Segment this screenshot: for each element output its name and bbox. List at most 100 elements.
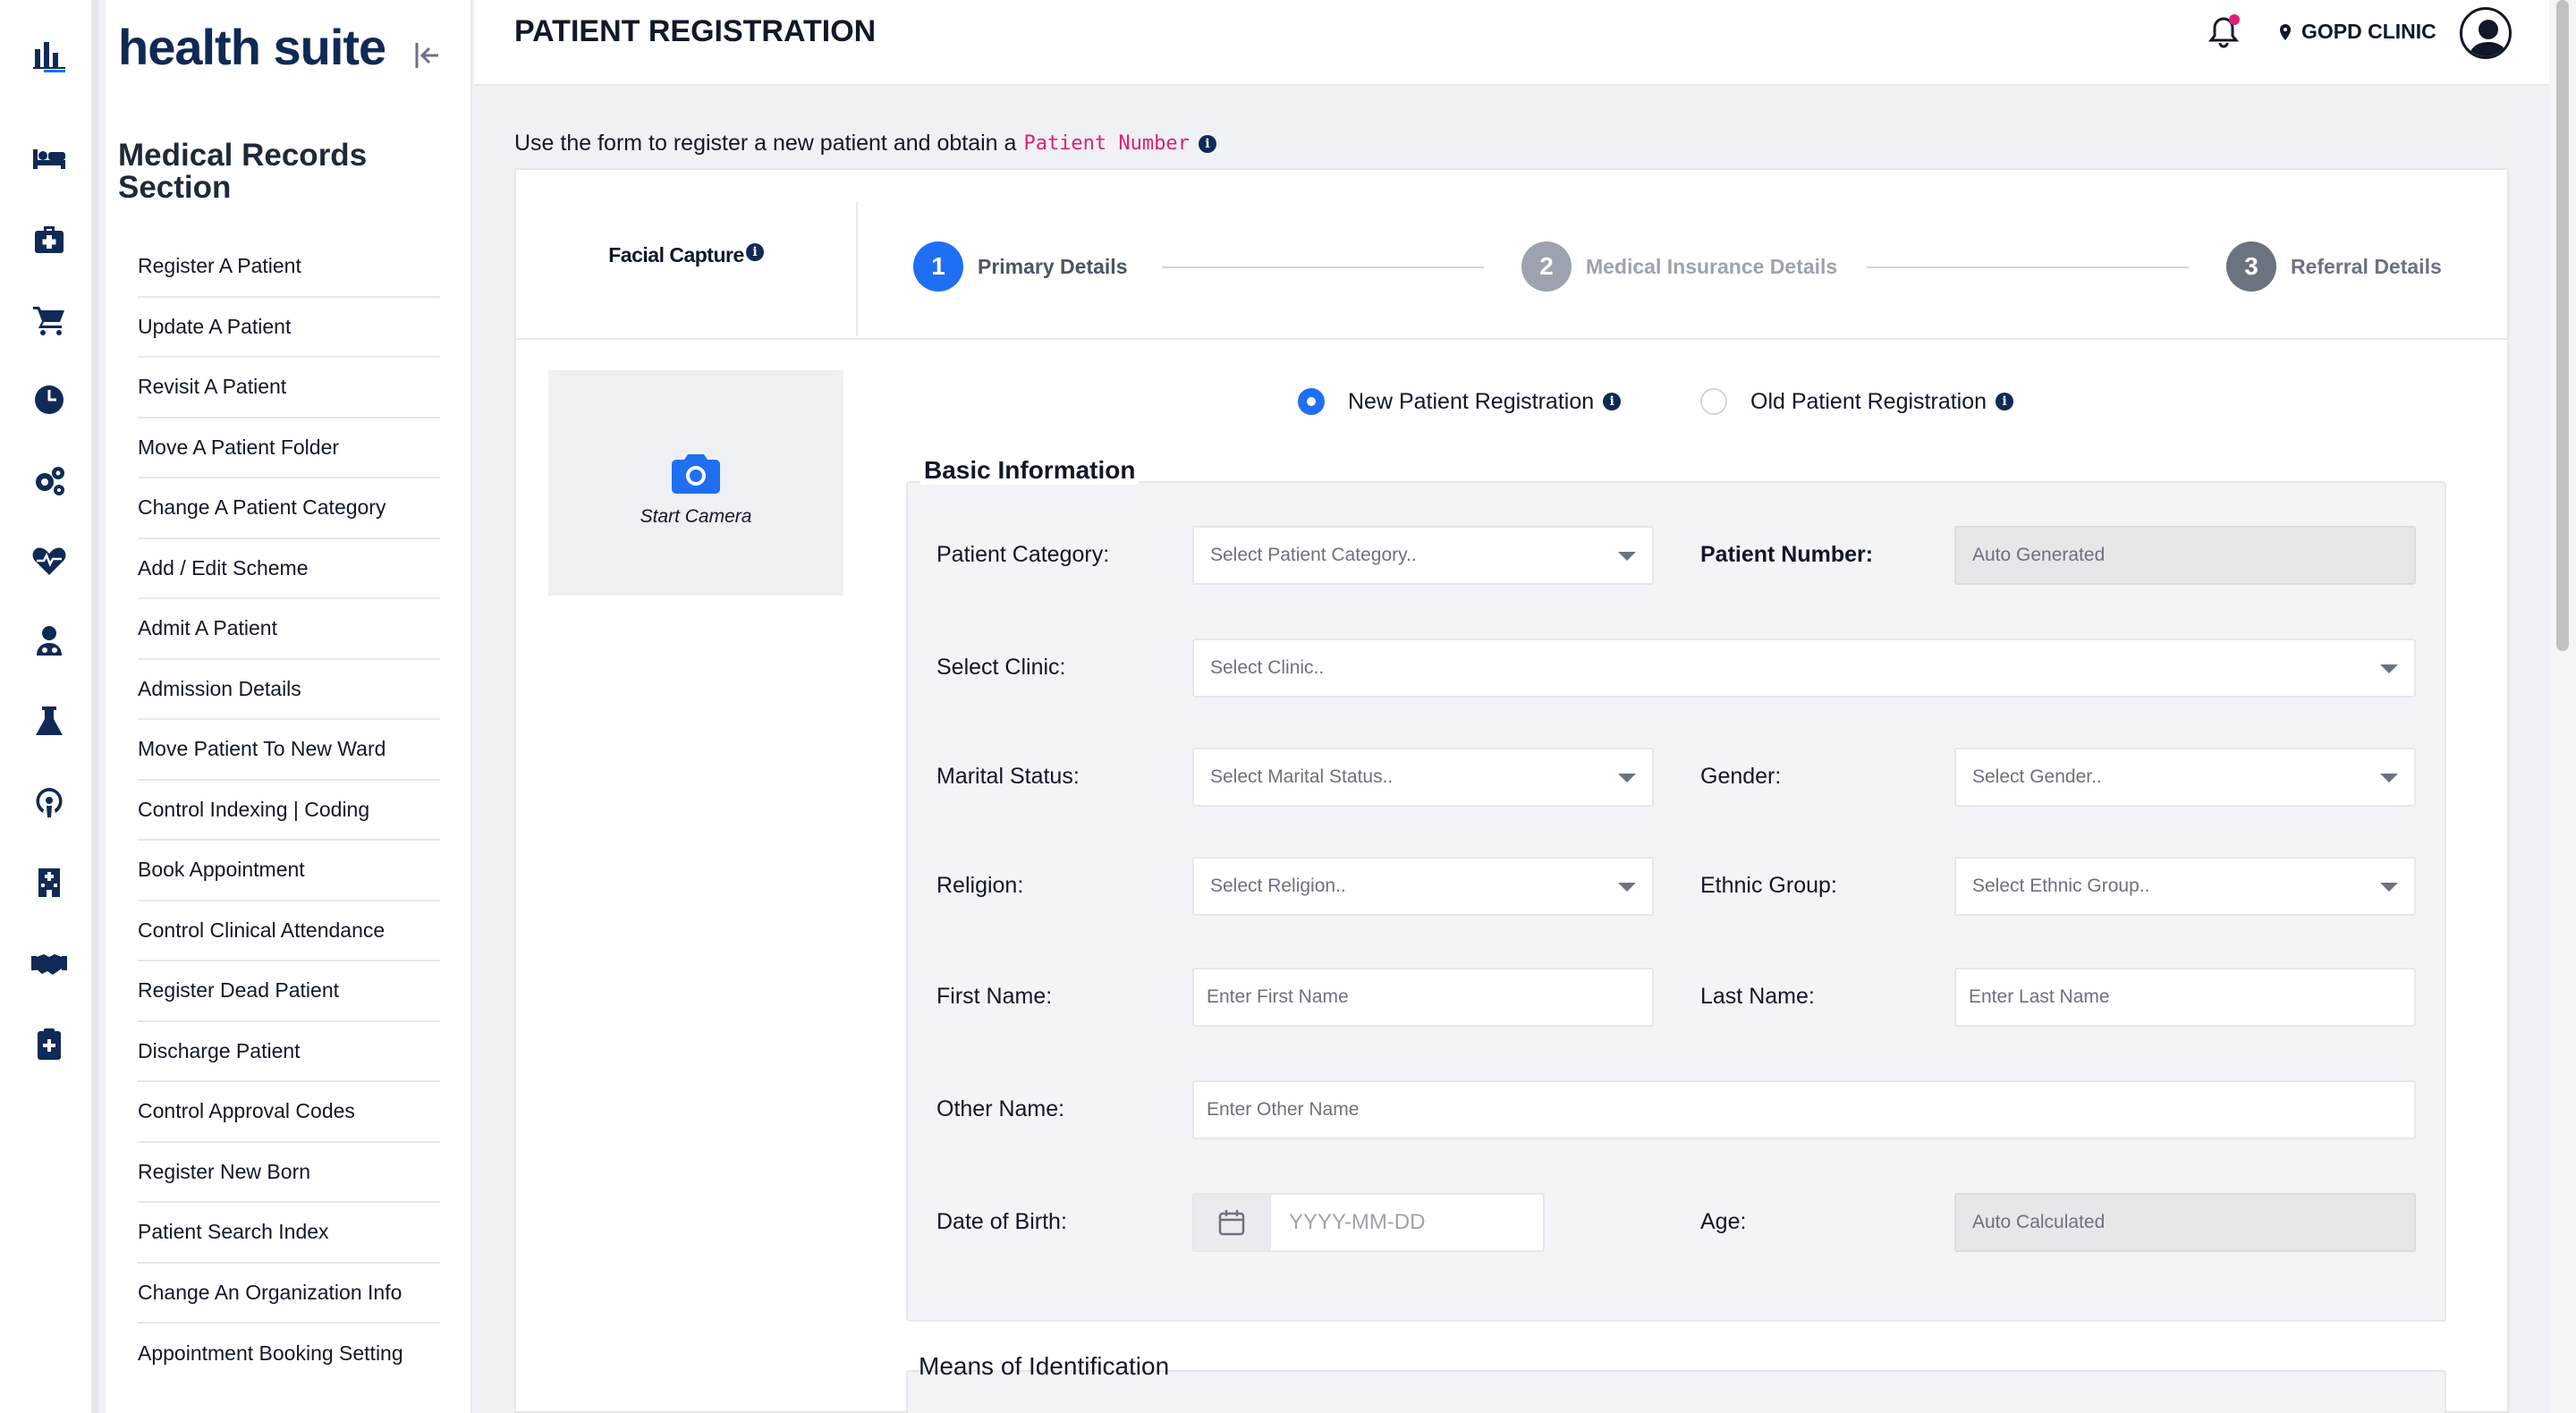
sidebar-item-book-appointment[interactable]: Book Appointment xyxy=(138,841,440,901)
step-primary-details[interactable]: 1 Primary Details xyxy=(913,241,1127,292)
radio-selected[interactable] xyxy=(1298,388,1325,415)
step-number: 1 xyxy=(913,241,963,292)
sidebar-item-change-category[interactable]: Change A Patient Category xyxy=(138,478,440,539)
first-name-label: First Name: xyxy=(936,984,1053,1009)
sidebar-item-admit-patient[interactable]: Admit A Patient xyxy=(138,599,440,660)
clinic-select[interactable]: Select Clinic.. xyxy=(1192,639,2416,698)
religion-select[interactable]: Select Religion.. xyxy=(1192,857,1654,916)
step-number: 2 xyxy=(1521,241,1572,292)
select-placeholder: Select Ethnic Group.. xyxy=(1972,876,2150,896)
page-title: PATIENT REGISTRATION xyxy=(514,14,877,48)
chart-bar-icon[interactable] xyxy=(27,32,72,77)
chevron-down-icon xyxy=(1618,774,1636,783)
intro-text: Use the form to register a new patient a… xyxy=(514,131,1216,157)
notifications-button[interactable] xyxy=(2206,14,2245,54)
collapse-sidebar-button[interactable] xyxy=(410,38,445,73)
old-patient-radio[interactable]: Old Patient Registration i xyxy=(1700,388,2014,415)
last-name-input[interactable]: Enter Last Name xyxy=(1954,968,2416,1027)
card-tabs: Facial Capture i 1 Primary Details 2 Med… xyxy=(516,170,2507,340)
registration-card: Facial Capture i 1 Primary Details 2 Med… xyxy=(514,168,2509,1413)
location-pin-icon xyxy=(2280,23,2291,40)
chevron-down-icon xyxy=(2380,664,2398,673)
patient-category-select[interactable]: Select Patient Category.. xyxy=(1192,526,1654,585)
sidebar-item-edit-scheme[interactable]: Add / Edit Scheme xyxy=(138,539,440,599)
step-referral-details[interactable]: 3 Referral Details xyxy=(2226,241,2442,292)
select-placeholder: Select Marital Status.. xyxy=(1210,766,1394,787)
radio-unselected[interactable] xyxy=(1700,388,1727,415)
collapse-left-icon xyxy=(415,43,438,68)
handshake-icon[interactable] xyxy=(27,941,72,986)
date-of-birth-input[interactable]: YYYY-MM-DD xyxy=(1271,1195,1425,1250)
flask-icon[interactable] xyxy=(27,699,72,744)
sidebar-item-register-patient[interactable]: Register A Patient xyxy=(138,237,440,298)
clinic-name: GOPD CLINIC xyxy=(2301,20,2436,43)
sidebar-item-admission-details[interactable]: Admission Details xyxy=(138,660,440,720)
section-title: Medical Records Section xyxy=(118,138,368,205)
sidebar-item-clinical-attendance[interactable]: Control Clinical Attendance xyxy=(138,901,440,961)
patient-number-label: Patient Number: xyxy=(1700,542,1874,567)
start-camera-button[interactable]: Start Camera xyxy=(548,370,843,596)
input-placeholder: Enter First Name xyxy=(1207,986,1349,1007)
doctor-icon[interactable] xyxy=(27,619,72,664)
other-name-input[interactable]: Enter Other Name xyxy=(1192,1080,2416,1139)
sidebar-item-booking-setting[interactable]: Appointment Booking Setting xyxy=(138,1324,440,1384)
marital-status-select[interactable]: Select Marital Status.. xyxy=(1192,748,1654,807)
top-header: PATIENT REGISTRATION GOPD CLINIC xyxy=(474,0,2549,86)
intro-sentence: Use the form to register a new patient a… xyxy=(514,131,1017,156)
clipboard-medical-icon[interactable] xyxy=(27,1021,72,1066)
gender-select[interactable]: Select Gender.. xyxy=(1954,748,2416,807)
scrollbar-thumb[interactable] xyxy=(2556,0,2569,651)
sidebar-item-discharge[interactable]: Discharge Patient xyxy=(138,1022,440,1082)
first-aid-kit-icon[interactable] xyxy=(27,216,72,261)
sidebar-item-search-index[interactable]: Patient Search Index xyxy=(138,1203,440,1264)
radio-label: New Patient Registration xyxy=(1348,388,1595,414)
sidebar-item-approval-codes[interactable]: Control Approval Codes xyxy=(138,1082,440,1143)
date-of-birth-field[interactable]: YYYY-MM-DD xyxy=(1192,1193,1545,1252)
ethnic-group-select[interactable]: Select Ethnic Group.. xyxy=(1954,857,2416,916)
info-icon[interactable]: i xyxy=(745,243,764,261)
select-clinic-label: Select Clinic: xyxy=(936,655,1066,680)
sidebar-item-register-dead[interactable]: Register Dead Patient xyxy=(138,961,440,1022)
step-label: Primary Details xyxy=(978,254,1128,278)
start-camera-label: Start Camera xyxy=(640,506,752,527)
clinic-selector[interactable]: GOPD CLINIC xyxy=(2276,20,2436,44)
cogs-icon[interactable] xyxy=(27,458,72,503)
step-connector xyxy=(1162,267,1484,268)
first-name-input[interactable]: Enter First Name xyxy=(1192,968,1654,1027)
sidebar-item-update-patient[interactable]: Update A Patient xyxy=(138,298,440,358)
select-placeholder: Select Religion.. xyxy=(1210,876,1346,896)
gender-label: Gender: xyxy=(1700,764,1782,789)
hospital-icon[interactable] xyxy=(27,860,72,905)
sidebar-item-indexing-coding[interactable]: Control Indexing | Coding xyxy=(138,781,440,841)
info-icon[interactable]: i xyxy=(1603,393,1622,410)
podcast-icon[interactable] xyxy=(27,780,72,825)
cart-icon[interactable] xyxy=(27,297,72,342)
new-patient-radio[interactable]: New Patient Registration i xyxy=(1298,388,1622,415)
select-placeholder: Select Patient Category.. xyxy=(1210,545,1417,565)
info-icon[interactable]: i xyxy=(1996,393,2014,410)
marital-status-label: Marital Status: xyxy=(936,764,1080,789)
tab-facial-capture[interactable]: Facial Capture i xyxy=(516,202,858,336)
chevron-down-icon xyxy=(1618,552,1636,561)
step-label: Referral Details xyxy=(2291,254,2442,278)
avatar[interactable] xyxy=(2460,7,2512,59)
sidebar-item-move-ward[interactable]: Move Patient To New Ward xyxy=(138,720,440,781)
sidebar-item-organization-info[interactable]: Change An Organization Info xyxy=(138,1264,440,1324)
info-icon[interactable]: i xyxy=(1198,134,1216,153)
clock-icon[interactable] xyxy=(27,377,72,422)
sidebar-item-revisit-patient[interactable]: Revisit A Patient xyxy=(138,358,440,419)
select-placeholder: Select Gender.. xyxy=(1972,766,2102,787)
facial-capture-label: Facial Capture xyxy=(608,243,744,267)
step-medical-insurance[interactable]: 2 Medical Insurance Details xyxy=(1521,241,1837,292)
heartbeat-icon[interactable] xyxy=(27,538,72,583)
patient-number-field: Auto Generated xyxy=(1954,526,2416,585)
sidebar-item-move-folder[interactable]: Move A Patient Folder xyxy=(138,419,440,478)
field-value: Auto Generated xyxy=(1972,545,2106,565)
step-number: 3 xyxy=(2226,241,2276,292)
chevron-down-icon xyxy=(1618,883,1636,892)
sidebar-item-new-born[interactable]: Register New Born xyxy=(138,1143,440,1203)
sidebar-menu: Register A Patient Update A Patient Revi… xyxy=(138,237,440,1384)
bed-icon[interactable] xyxy=(27,136,72,181)
basic-information-legend: Basic Information xyxy=(920,456,1140,485)
calendar-icon[interactable] xyxy=(1194,1195,1271,1250)
